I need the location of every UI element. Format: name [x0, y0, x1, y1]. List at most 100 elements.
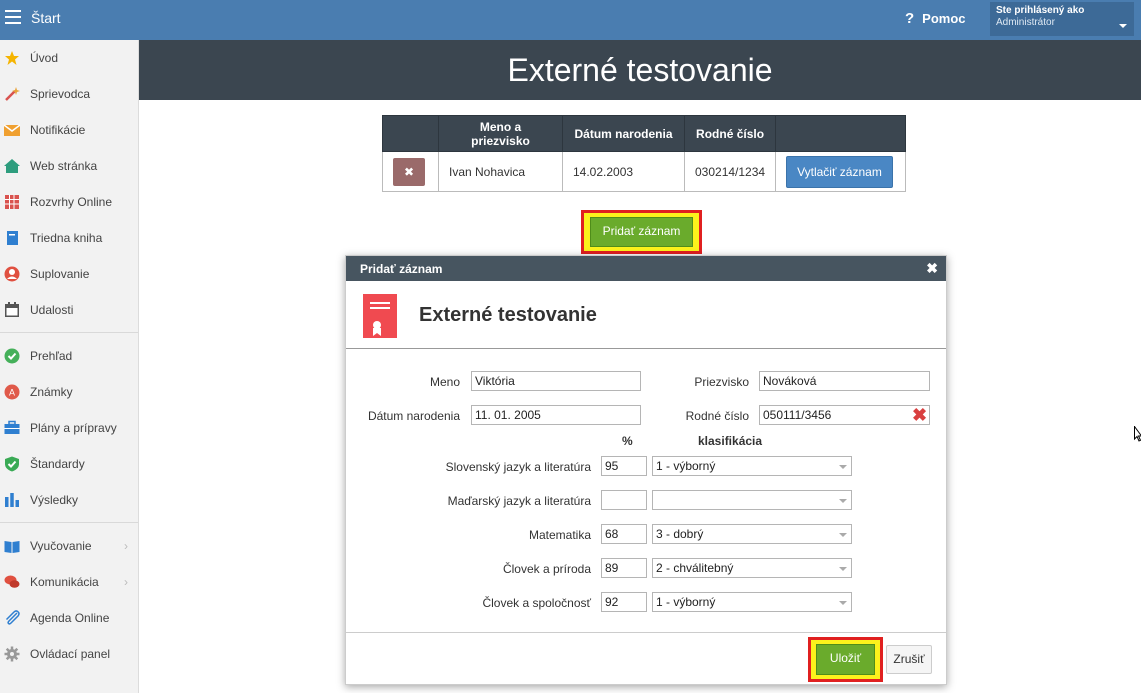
grade-select[interactable]	[652, 490, 852, 510]
close-icon[interactable]: ✖	[926, 260, 938, 277]
calendar-grid-icon	[5, 195, 19, 209]
column-header: Dátum narodenia	[562, 115, 685, 152]
chevron-down-icon	[839, 499, 847, 503]
percent-input[interactable]	[601, 558, 647, 578]
sidebar-item-suplovanie[interactable]: Suplovanie	[0, 256, 138, 292]
save-highlight: Uložiť	[808, 637, 883, 682]
sidebar-item-standardy[interactable]: Štandardy	[0, 446, 138, 482]
sidebar-item-notifikacie[interactable]: Notifikácie	[0, 112, 138, 148]
user-name: Administrátor	[996, 17, 1055, 28]
last-name-input[interactable]	[759, 371, 930, 391]
percent-input[interactable]	[601, 592, 647, 612]
percent-input[interactable]	[601, 456, 647, 476]
sidebar-item-udalosti[interactable]: Udalosti	[0, 292, 138, 328]
briefcase-icon	[4, 420, 20, 434]
sidebar-item-uvod[interactable]: Úvod	[0, 40, 138, 76]
sidebar-item-plany[interactable]: Plány a prípravy	[0, 410, 138, 446]
gear-icon	[4, 646, 20, 662]
grade-icon: A	[4, 384, 20, 400]
sidebar-item-ovladaci-panel[interactable]: Ovládací panel	[0, 636, 138, 672]
star-icon	[5, 51, 19, 65]
open-book-icon	[4, 541, 20, 553]
save-button[interactable]: Uložiť	[816, 644, 875, 675]
book-icon	[7, 231, 18, 245]
sidebar: Úvod Sprievodca Notifikácie Web stránka …	[0, 40, 139, 693]
grade-select-value: 1 - výborný	[656, 459, 716, 473]
bar-chart-icon	[5, 493, 19, 507]
top-bar: Štart ? Pomoc Ste prihlásený ako Administ…	[0, 0, 1141, 40]
subject-label: Slovenský jazyk a literatúra	[445, 460, 591, 474]
user-menu[interactable]: Ste prihlásený ako Administrátor	[990, 2, 1134, 36]
first-name-input[interactable]	[471, 371, 641, 391]
grade-select-value: 3 - dobrý	[656, 527, 704, 541]
logged-in-label: Ste prihlásený ako	[996, 5, 1085, 16]
subject-label: Maďarský jazyk a literatúra	[447, 494, 591, 508]
hamburger-menu-icon[interactable]	[5, 10, 21, 24]
sidebar-item-prehlad[interactable]: Prehľad	[0, 338, 138, 374]
chevron-down-icon	[839, 567, 847, 571]
last-name-label: Priezvisko	[694, 375, 749, 389]
sidebar-item-label: Výsledky	[30, 493, 79, 507]
grade-select[interactable]: 1 - výborný	[652, 456, 852, 476]
name-cell: Ivan Nohavica	[438, 151, 563, 192]
percent-input[interactable]	[601, 490, 647, 510]
grade-select[interactable]: 2 - chválitebný	[652, 558, 852, 578]
sidebar-item-vyucovanie[interactable]: Vyučovanie ›	[0, 528, 138, 564]
dialog-heading: Externé testovanie	[419, 304, 597, 326]
birth-number-input[interactable]	[759, 405, 930, 425]
sidebar-item-vysledky[interactable]: Výsledky	[0, 482, 138, 518]
add-record-button[interactable]: Pridať záznam	[590, 217, 693, 247]
dialog-footer: Uložiť Zrušiť	[346, 632, 946, 684]
page-header: Externé testovanie	[139, 40, 1141, 100]
column-header	[382, 115, 439, 152]
chevron-right-icon: ›	[124, 575, 128, 589]
column-header: Rodné číslo	[683, 115, 777, 152]
sidebar-item-web[interactable]: Web stránka	[0, 148, 138, 184]
sidebar-item-komunikacia[interactable]: Komunikácia ›	[0, 564, 138, 600]
records-table: Meno a priezvisko Dátum narodenia Rodné …	[382, 115, 907, 192]
help-label: Pomoc	[922, 11, 966, 26]
add-record-dialog: Pridať záznam ✖ Externé testovanie Meno …	[345, 255, 947, 685]
magic-wand-icon	[5, 87, 20, 101]
chevron-down-icon	[839, 601, 847, 605]
delete-button[interactable]: ✖	[393, 157, 425, 186]
print-record-button[interactable]: Vytlačiť záznam	[786, 155, 893, 188]
first-name-label: Meno	[429, 375, 460, 389]
dialog-title: Pridať záznam	[360, 262, 443, 276]
calendar-icon	[5, 302, 19, 317]
table-cell: ✖	[382, 151, 439, 192]
sidebar-item-znamky[interactable]: A Známky	[0, 374, 138, 410]
chevron-down-icon	[839, 533, 847, 537]
grade-select[interactable]: 1 - výborný	[652, 592, 852, 612]
cancel-button[interactable]: Zrušiť	[886, 645, 932, 674]
sidebar-item-rozvrhy[interactable]: Rozvrhy Online	[0, 184, 138, 220]
percent-input[interactable]	[601, 524, 647, 544]
dialog-header: Externé testovanie	[346, 281, 946, 349]
percent-column-header: %	[622, 434, 633, 448]
sidebar-divider	[0, 522, 138, 523]
grade-select[interactable]: 3 - dobrý	[652, 524, 852, 544]
sidebar-item-label: Ovládací panel	[30, 647, 111, 661]
chevron-down-icon	[1119, 24, 1127, 28]
sidebar-item-agenda[interactable]: Agenda Online	[0, 600, 138, 636]
sidebar-item-label: Sprievodca	[30, 87, 91, 101]
clear-field-icon[interactable]: ✖	[912, 406, 927, 424]
birth-date-input[interactable]	[471, 405, 641, 425]
birth-number-cell: 030214/1234	[683, 151, 777, 192]
help-link[interactable]: ? Pomoc	[905, 10, 966, 27]
cursor-icon	[1134, 426, 1141, 442]
question-icon: ?	[905, 10, 915, 27]
person-icon	[4, 266, 20, 282]
sidebar-item-label: Suplovanie	[30, 267, 90, 281]
sidebar-item-label: Prehľad	[30, 349, 73, 363]
column-header: Meno a priezvisko	[438, 115, 563, 152]
grade-select-value: 2 - chválitebný	[656, 561, 734, 575]
sidebar-item-triedna-kniha[interactable]: Triedna kniha	[0, 220, 138, 256]
certificate-icon	[363, 294, 397, 338]
app-title[interactable]: Štart	[31, 10, 61, 26]
grade-select-value: 1 - výborný	[656, 595, 716, 609]
table-cell: Vytlačiť záznam	[775, 151, 907, 192]
sidebar-item-sprievodca[interactable]: Sprievodca	[0, 76, 138, 112]
sidebar-item-label: Štandardy	[30, 457, 85, 471]
home-icon	[4, 159, 20, 173]
